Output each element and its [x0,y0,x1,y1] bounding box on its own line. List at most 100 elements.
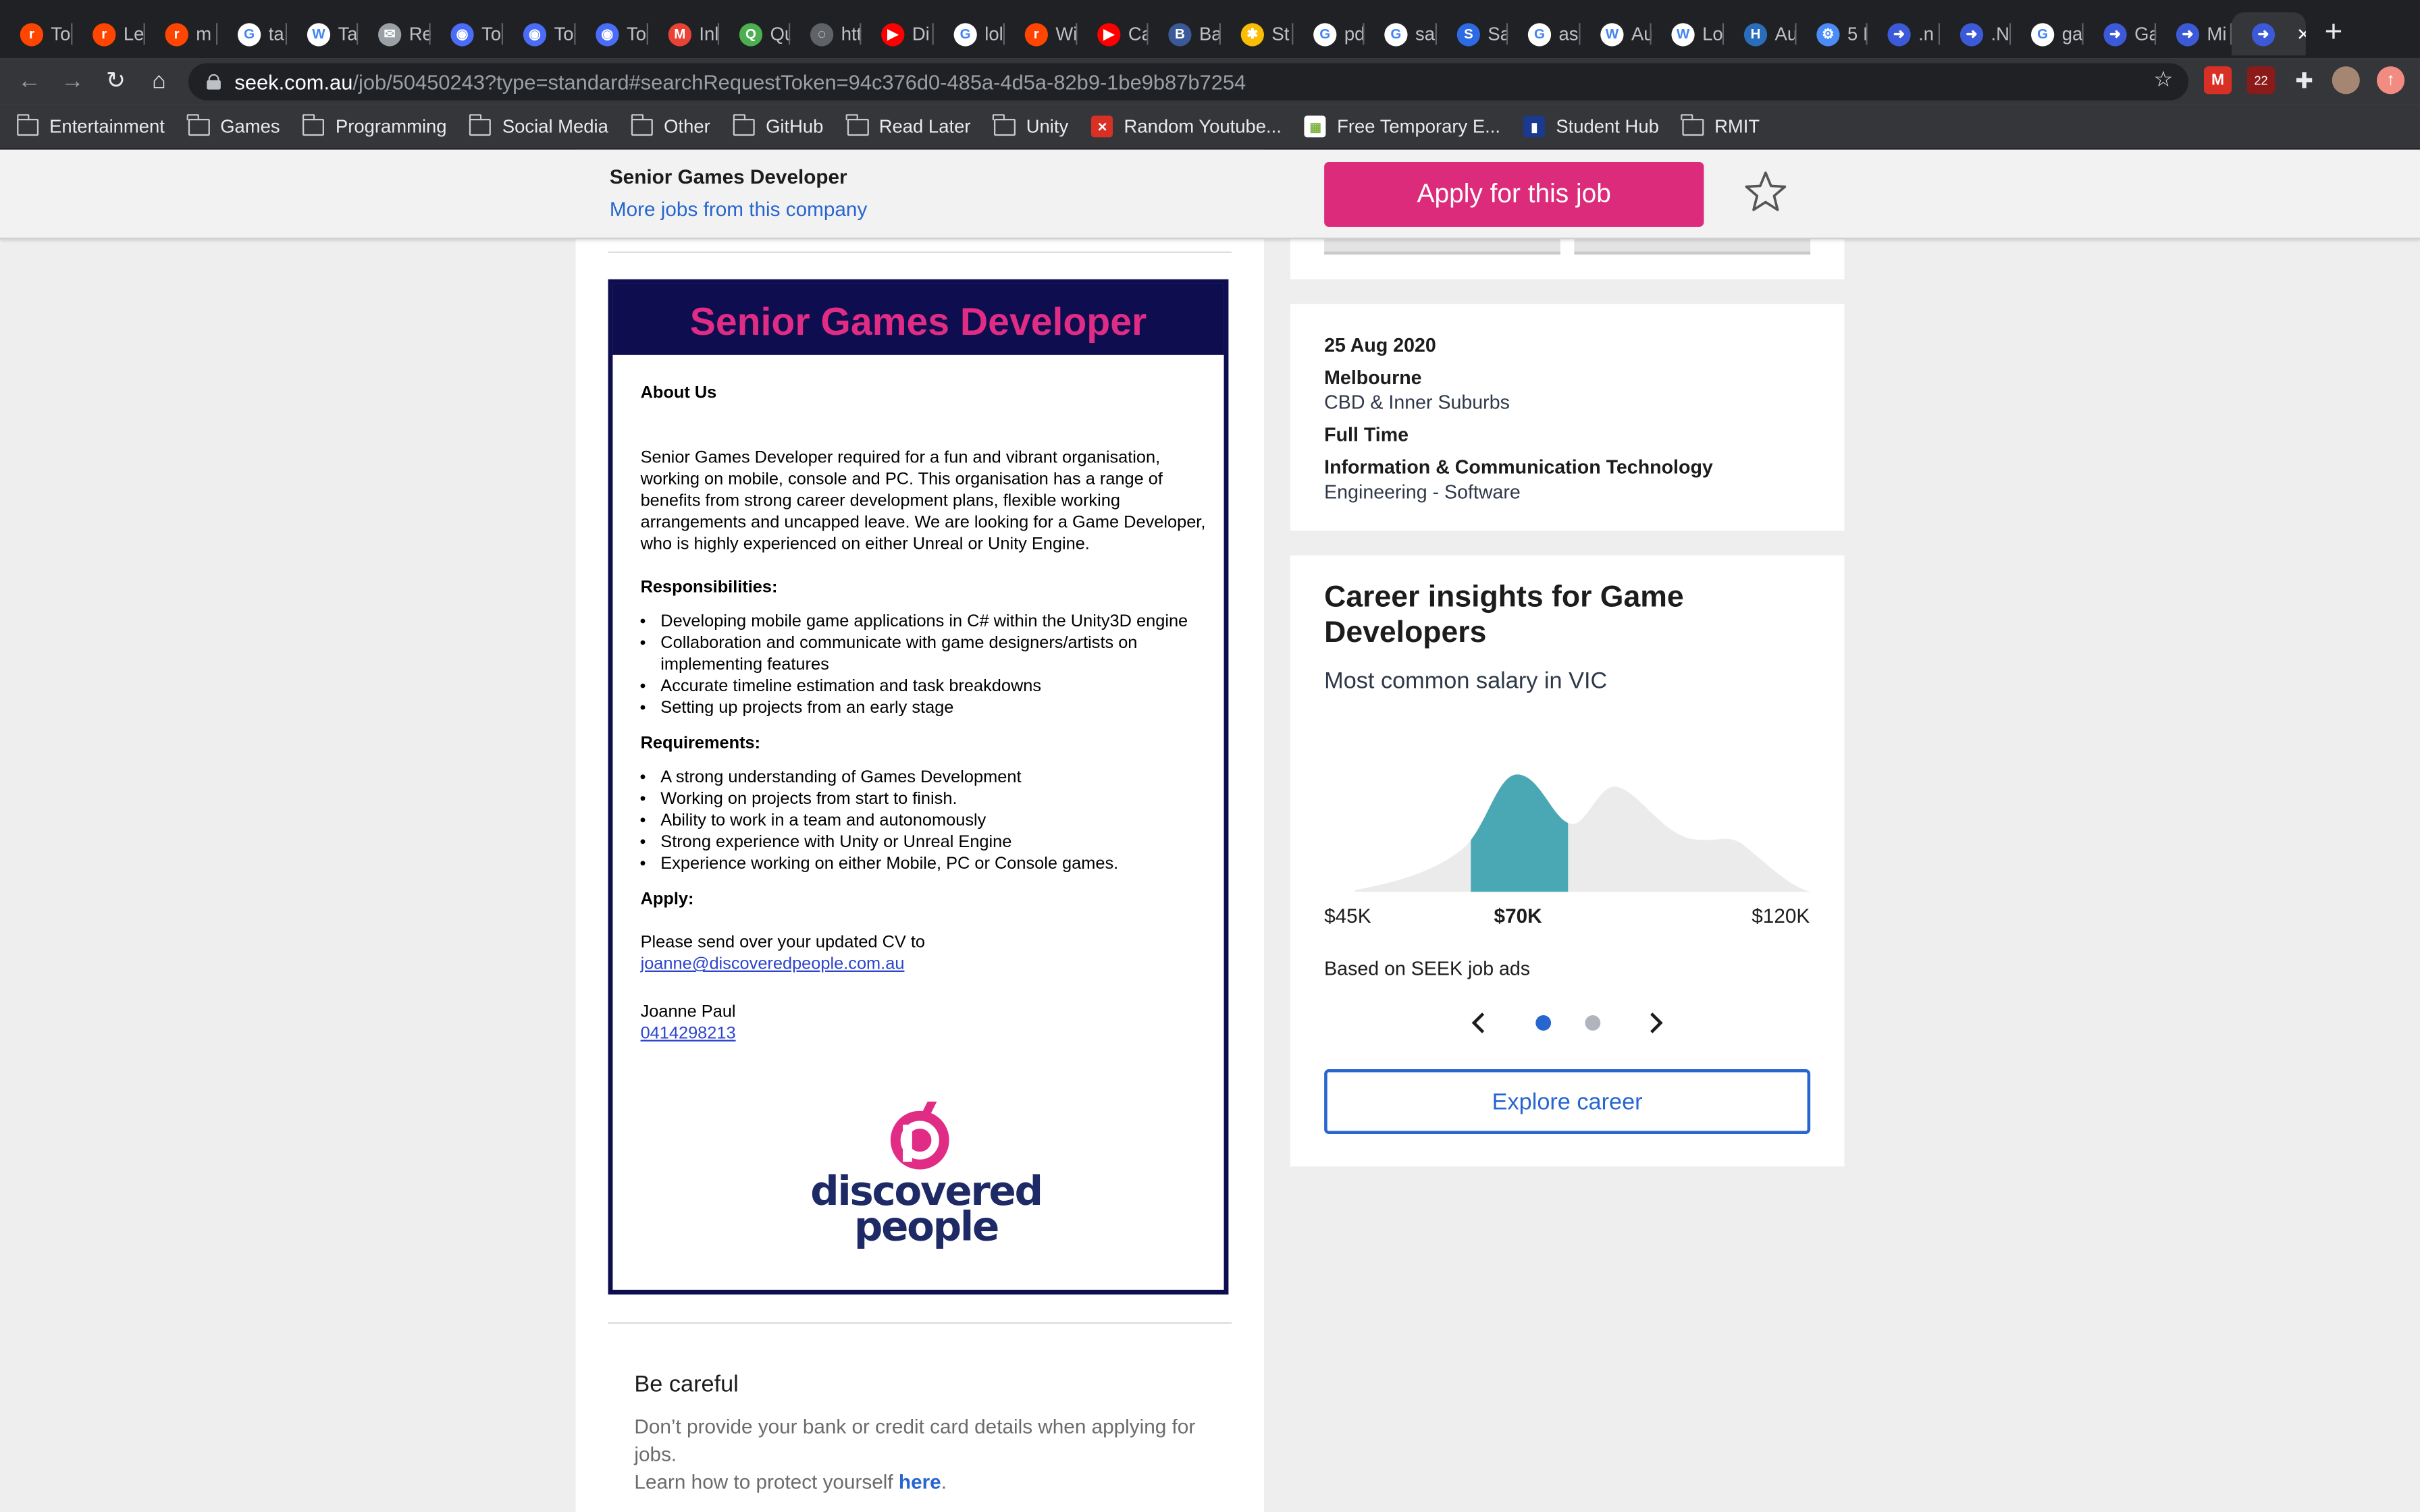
gmail-extension-icon[interactable]: M [2203,66,2232,94]
more-jobs-link[interactable]: More jobs from this company [610,198,867,221]
browser-tab[interactable]: B Ba [1149,12,1221,55]
home-icon[interactable]: ⌂ [142,65,176,99]
bookmark-link[interactable]: ▮ Student Hub [1523,115,1659,138]
tab-label: Ca [1128,23,1149,45]
tab-favicon-icon: ⚙ [1816,22,1840,46]
browser-tab[interactable]: Gpd [1293,12,1365,55]
browser-tab[interactable]: rm [145,12,218,55]
browser-tab[interactable]: ◉ To [576,12,648,55]
job-area: CBD & Inner Suburbs [1324,392,1510,414]
save-job-star-icon[interactable] [1744,168,1787,215]
browser-tab[interactable]: Gas [1508,12,1581,55]
bookmark-folder[interactable]: Social Media [469,113,608,137]
bookmark-folder[interactable]: Games [187,113,280,137]
list-item: Working on projects from start to finish… [660,788,1208,810]
folder-icon [631,113,654,135]
browser-tab[interactable]: W Lo [1652,12,1725,55]
browser-toolbar: ← → ↻ ⌂ seek.com.au/job/50450243?type=st… [0,58,2420,105]
back-icon[interactable]: ← [12,65,46,99]
profile-avatar[interactable] [2332,66,2360,94]
about-text: Senior Games Developer required for a fu… [640,449,1206,554]
browser-tab[interactable]: ➜ Mi [2156,12,2232,55]
logo-text: discovered people [810,1169,1043,1251]
browser-tab[interactable]: ➜✕ [2232,12,2306,56]
browser-tab[interactable]: ◉ To [431,12,504,55]
bookmark-label: Random Youtube... [1124,115,1282,138]
tab-favicon-icon: ➜ [1887,22,1911,46]
contact-name: Joanne Paul [640,1002,736,1022]
responsibilities-heading: Responsibilities: [640,578,778,597]
bookmark-folder[interactable]: Programming [302,113,447,137]
browser-tab[interactable]: Gga [2011,12,2084,55]
salary-distribution-area [1354,774,1811,892]
requirements-heading: Requirements: [640,734,761,753]
browser-tab[interactable]: W Ta [287,12,359,55]
tab-label: Inl [699,23,719,45]
contact-phone-link[interactable]: 0414298213 [641,1025,736,1043]
carousel-dot-1[interactable] [1535,1015,1552,1031]
browser-tab[interactable]: r Wi [1005,12,1078,55]
contact-email-link[interactable]: joanne@discoveredpeople.com.au [641,955,905,973]
extensions-puzzle-icon[interactable]: ✚ [2290,66,2318,94]
bookmark-folder[interactable]: GitHub [732,113,823,137]
chevron-left-icon[interactable] [1469,1012,1491,1033]
browser-tab[interactable]: ➜ .N [1940,12,2011,55]
browser-tab[interactable]: Glol [934,12,1005,55]
new-tab-button[interactable]: + [2318,16,2349,49]
reload-icon[interactable]: ↻ [99,65,132,99]
tab-label: sa [1415,23,1435,45]
apply-text: Please send over your updated CV to [640,933,926,952]
protect-yourself-link[interactable]: here [899,1470,941,1493]
bookmark-folder[interactable]: Other [631,113,710,137]
browser-tab[interactable]: r To [0,12,73,55]
address-bar[interactable]: seek.com.au/job/50450243?type=standard#s… [188,63,2189,101]
browser-tab[interactable]: Gsa [1365,12,1437,55]
salary-common-label: $70K [1494,904,1542,927]
tab-favicon-icon: r [93,22,116,46]
browser-tab[interactable]: S Sa [1437,12,1508,55]
browser-tab[interactable]: ✉ Re [358,12,431,55]
browser-tab[interactable]: H Au [1724,12,1797,55]
browser-tab[interactable]: r Le [72,12,145,55]
browser-tab[interactable]: ◌ htt [790,12,862,55]
browser-tab[interactable]: W Au [1581,12,1652,55]
folder-icon [16,113,39,135]
browser-tab[interactable]: ▶ Ca [1077,12,1149,55]
close-tab-icon[interactable]: ✕ [2296,24,2306,44]
lock-icon [207,74,221,90]
browser-tab-strip: rTorLermGtaWTa✉Re◉To◉To◉ToMInlQQu◌htt▶Di… [0,0,2420,59]
browser-tab[interactable]: ◉ To [503,12,576,55]
bookmark-label: Free Temporary E... [1337,115,1501,138]
bookmark-folder[interactable]: RMIT [1681,113,1760,137]
browser-tab[interactable]: ⚙ 5 I [1797,12,1868,55]
explore-career-button[interactable]: Explore career [1324,1069,1811,1134]
bookmark-folder[interactable]: Read Later [845,113,970,137]
chevron-right-icon[interactable] [1643,1012,1665,1033]
apply-button[interactable]: Apply for this job [1324,161,1704,227]
carousel-dot-2[interactable] [1585,1015,1601,1031]
forward-icon[interactable]: → [55,65,89,99]
browser-tab[interactable]: Q Qu [719,12,791,55]
bookmark-link[interactable]: ▦ Free Temporary E... [1305,115,1501,138]
bookmark-folder[interactable]: Unity [993,113,1068,137]
browser-tab[interactable]: ➜ .n [1868,12,1941,55]
browser-tab[interactable]: M Inl [648,12,720,55]
tab-favicon-icon: G [237,22,261,46]
update-icon[interactable]: ↑ [2376,66,2405,94]
tab-favicon-icon: W [1600,22,1624,46]
company-logo: discovered people [795,1098,1057,1268]
ublock-extension-icon[interactable]: 22 [2246,66,2276,94]
tab-favicon-icon: G [953,22,977,46]
tab-label: Re [409,23,431,45]
job-ad-header: Senior Games Developer [612,284,1224,355]
browser-tab[interactable]: ▶ Di [861,12,934,55]
browser-tab[interactable]: ➜ Ga [2084,12,2157,55]
bookmark-folder[interactable]: Entertainment [16,113,165,137]
tab-favicon-icon: ◉ [450,22,474,46]
tab-favicon-icon: B [1168,22,1192,46]
browser-tab[interactable]: Gta [217,12,288,55]
bookmark-star-icon[interactable]: ☆ [2154,66,2174,92]
browser-tab[interactable]: ✱ St [1221,12,1294,55]
bookmark-link[interactable]: ✕ Random Youtube... [1091,115,1282,138]
tab-favicon-icon: W [307,22,331,46]
